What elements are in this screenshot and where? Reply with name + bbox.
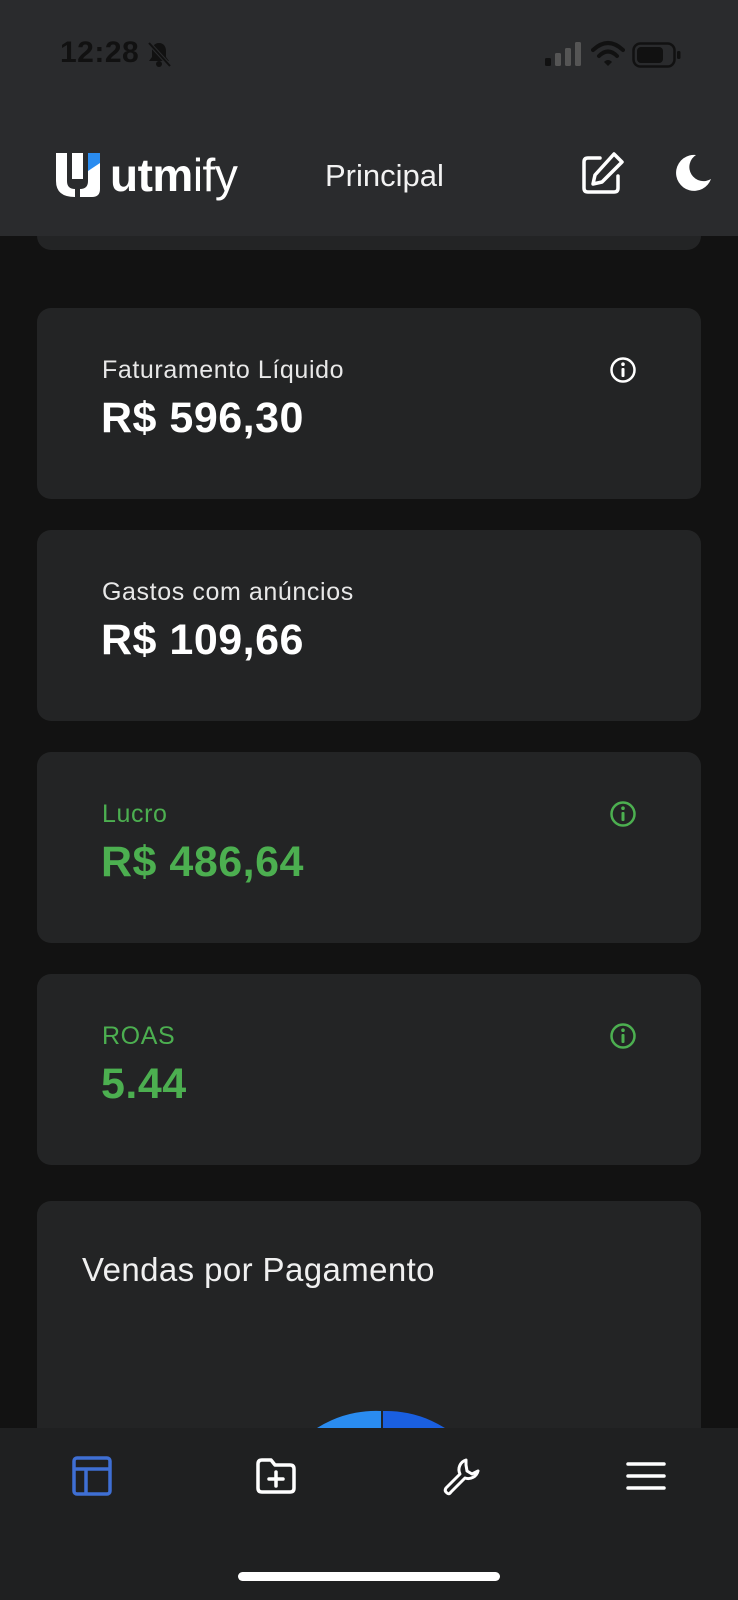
logo-wordmark: utmify (110, 147, 238, 203)
logo-text-light: ify (192, 149, 238, 201)
status-bar: 12:28 (0, 0, 738, 112)
status-time: 12:28 (60, 36, 140, 69)
metric-label: ROAS (102, 1022, 176, 1050)
donut-segment-right (383, 1410, 445, 1428)
metric-value: R$ 109,66 (101, 616, 304, 664)
metric-label: Lucro (102, 800, 168, 828)
metric-card-faturamento: Faturamento Líquido R$ 596,30 (37, 308, 701, 499)
info-icon[interactable] (609, 800, 637, 828)
wifi-icon (591, 41, 625, 66)
utmify-logo[interactable]: utmify (52, 147, 238, 203)
metric-card-lucro: Lucro R$ 486,64 (37, 752, 701, 943)
sales-by-payment-card: Vendas por Pagamento (37, 1201, 701, 1428)
moon-icon[interactable] (672, 152, 714, 194)
metric-card-gastos: Gastos com anúncios R$ 109,66 (37, 530, 701, 721)
home-indicator[interactable] (238, 1572, 500, 1581)
metric-value: 5.44 (101, 1060, 187, 1108)
app-header: utmify Principal (0, 112, 738, 236)
previous-card (37, 236, 701, 250)
metric-value: R$ 596,30 (101, 394, 304, 442)
logo-text-bold: utm (110, 149, 193, 201)
dashboard-content[interactable]: Faturamento Líquido R$ 596,30 Gastos com… (0, 236, 738, 1428)
info-icon[interactable] (609, 1022, 637, 1050)
page-title[interactable]: Principal (325, 152, 444, 200)
folder-plus-icon[interactable] (254, 1454, 298, 1498)
edit-icon[interactable] (578, 150, 626, 198)
bell-muted-icon (147, 41, 172, 68)
signal-icon (545, 42, 581, 66)
metric-label: Gastos com anúncios (102, 578, 354, 606)
dashboard-icon[interactable] (70, 1454, 114, 1498)
metric-label: Faturamento Líquido (102, 356, 345, 384)
payment-donut-chart[interactable] (261, 1401, 501, 1428)
metric-card-roas: ROAS 5.44 (37, 974, 701, 1165)
chart-title: Vendas por Pagamento (82, 1251, 435, 1288)
info-icon[interactable] (609, 356, 637, 384)
battery-icon (632, 42, 681, 68)
donut-segment-left (317, 1410, 381, 1428)
wrench-icon[interactable] (440, 1454, 484, 1498)
logo-mark-icon (56, 153, 100, 197)
menu-icon[interactable] (624, 1454, 668, 1498)
metric-value: R$ 486,64 (101, 838, 304, 886)
